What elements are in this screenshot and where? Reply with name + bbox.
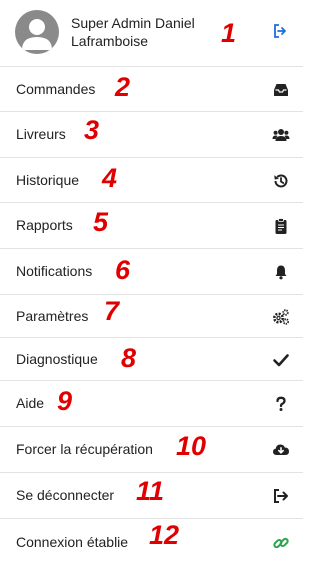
menu-item-commandes[interactable]: Commandes xyxy=(0,66,303,111)
menu-item-label: Paramètres xyxy=(16,308,89,324)
menu-item-parametres[interactable]: Paramètres xyxy=(0,294,303,337)
avatar xyxy=(15,10,59,54)
menu-item-rapports[interactable]: Rapports xyxy=(0,202,303,248)
check-icon xyxy=(272,351,290,369)
menu-item-historique[interactable]: Historique xyxy=(0,157,303,202)
menu-item-label: Notifications xyxy=(16,263,93,279)
users-icon xyxy=(272,126,290,144)
menu-item-aide[interactable]: Aide xyxy=(0,380,303,426)
menu-item-se-deconnecter[interactable]: Se déconnecter xyxy=(0,472,303,518)
annotation-number: 1 xyxy=(221,18,237,48)
menu-item-label: Se déconnecter xyxy=(16,487,115,503)
menu-item-diagnostique[interactable]: Diagnostique xyxy=(0,337,303,380)
menu-item-label: Livreurs xyxy=(16,126,66,142)
cloud-download-icon xyxy=(272,441,290,459)
menu-item-livreurs[interactable]: Livreurs xyxy=(0,111,303,157)
bell-icon xyxy=(272,263,290,281)
inbox-icon xyxy=(272,81,290,99)
menu-item-label: Historique xyxy=(16,172,80,188)
sign-out-icon[interactable] xyxy=(273,24,287,38)
link-icon xyxy=(272,534,290,552)
question-icon xyxy=(272,395,290,413)
menu-item-notifications[interactable]: Notifications xyxy=(0,248,303,294)
menu-item-label: Forcer la récupération xyxy=(16,441,153,457)
menu-item-label: Diagnostique xyxy=(16,351,98,367)
clipboard-icon xyxy=(272,217,290,235)
history-icon xyxy=(272,172,290,190)
menu-item-forcer-la-recuperation[interactable]: Forcer la récupération xyxy=(0,426,303,472)
user-name: Super Admin Daniel Laframboise xyxy=(71,15,195,49)
sign-out-icon xyxy=(272,487,290,505)
menu-item-label: Commandes xyxy=(16,81,96,97)
cogs-icon xyxy=(272,308,290,326)
menu-item-label: Aide xyxy=(16,395,45,411)
menu-item-label: Connexion établie xyxy=(16,534,129,550)
user-header: Super Admin Daniel Laframboise 1 xyxy=(0,0,303,66)
menu-item-connexion-etablie[interactable]: Connexion établie xyxy=(0,518,303,565)
menu-item-label: Rapports xyxy=(16,217,73,233)
